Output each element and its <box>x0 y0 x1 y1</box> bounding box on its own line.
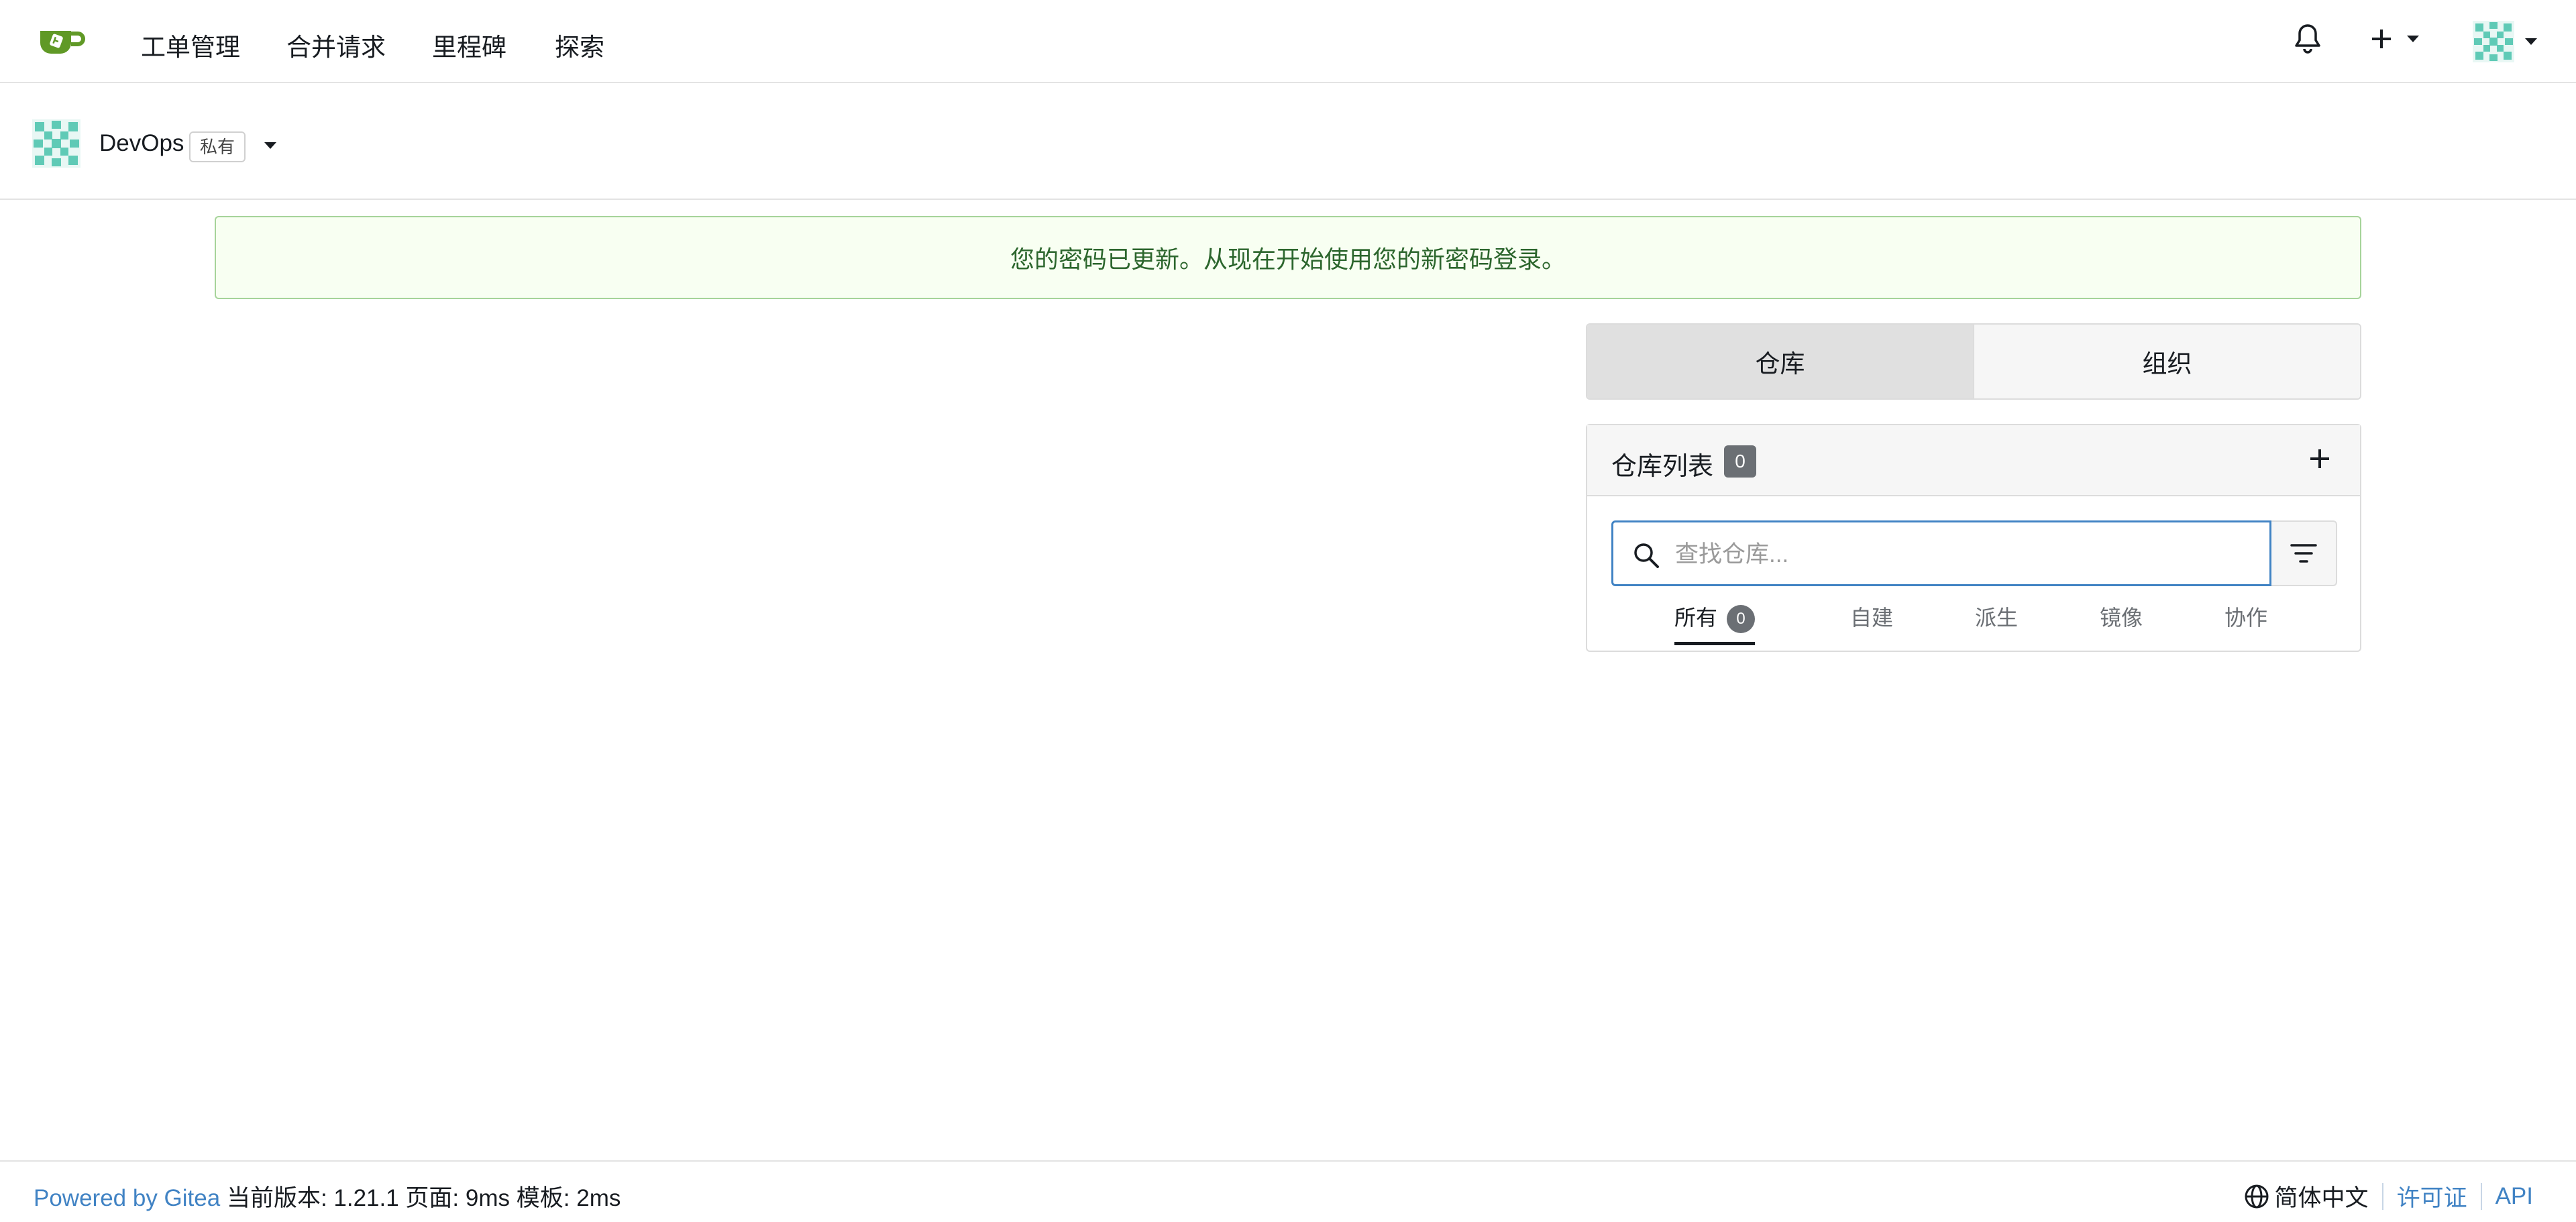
page-time: 9ms <box>465 1185 511 1211</box>
tab-organizations-label: 组织 <box>2142 350 2192 378</box>
filter-tab-mirrors[interactable]: 镜像 <box>2100 601 2143 645</box>
filter-tab-forks[interactable]: 派生 <box>1975 601 2018 645</box>
repo-list-title: 仓库列表 <box>1611 453 1714 481</box>
org-switch-chevron-down-icon[interactable] <box>264 142 276 149</box>
top-navbar: 工单管理 合并请求 里程碑 探索 <box>0 0 2576 83</box>
chevron-down-icon <box>2407 36 2419 42</box>
powered-by-link[interactable]: Powered by Gitea <box>34 1185 220 1211</box>
repo-search-input[interactable] <box>1675 535 2252 575</box>
add-repo-plus-icon[interactable] <box>2306 445 2333 472</box>
footer-left: Powered by Gitea 当前版本: 1.21.1 页面: 9ms 模板… <box>34 1179 621 1213</box>
footer-divider <box>2480 1182 2482 1210</box>
filter-tab-collaborative[interactable]: 协作 <box>2224 601 2267 645</box>
flash-success-message: 您的密码已更新。从现在开始使用您的新密码登录。 <box>215 216 2361 299</box>
language-selector[interactable]: 简体中文 <box>2244 1179 2369 1213</box>
org-avatar[interactable] <box>32 119 80 168</box>
page-footer: Powered by Gitea 当前版本: 1.21.1 页面: 9ms 模板… <box>0 1160 2576 1222</box>
tab-repositories-label: 仓库 <box>1755 350 1805 378</box>
license-link[interactable]: 许可证 <box>2397 1179 2467 1213</box>
org-name[interactable]: DevOps <box>99 130 184 157</box>
repo-count-badge: 0 <box>1724 445 1756 478</box>
globe-icon <box>2245 1184 2269 1208</box>
plus-icon <box>2372 30 2391 48</box>
dashboard-tabs: 仓库 组织 <box>1586 323 2361 400</box>
repo-search-box <box>1611 520 2271 586</box>
template-label: 模板: <box>516 1185 570 1211</box>
filter-tab-sources[interactable]: 自建 <box>1850 601 1893 645</box>
api-link[interactable]: API <box>2496 1183 2533 1210</box>
nav-milestones[interactable]: 里程碑 <box>432 27 506 63</box>
tab-organizations[interactable]: 组织 <box>1973 325 2360 398</box>
version-text: 当前版本: 1.21.1 页面: <box>226 1185 460 1211</box>
filter-button[interactable] <box>2271 520 2337 586</box>
repo-list-panel: 仓库列表 0 所有 0 自建 派生 镜像 协作 <box>1586 424 2361 652</box>
chevron-down-icon <box>2525 38 2537 45</box>
nav-explore[interactable]: 探索 <box>555 27 604 63</box>
filter-icon <box>2290 544 2317 563</box>
search-icon <box>1634 543 1659 568</box>
user-menu[interactable] <box>2473 20 2542 63</box>
user-avatar <box>2473 21 2514 62</box>
all-count-badge: 0 <box>1727 605 1756 633</box>
filter-tab-all-label: 所有 <box>1674 606 1718 630</box>
language-label: 简体中文 <box>2274 1185 2369 1211</box>
footer-divider <box>2381 1182 2383 1210</box>
template-time: 2ms <box>576 1185 621 1211</box>
bell-icon[interactable] <box>2293 23 2322 55</box>
private-badge: 私有 <box>189 131 246 162</box>
create-menu[interactable] <box>2368 23 2428 55</box>
tab-repositories[interactable]: 仓库 <box>1587 325 1973 398</box>
repo-panel-header: 仓库列表 0 <box>1587 425 2360 496</box>
footer-right: 简体中文 许可证 API <box>2244 1179 2533 1213</box>
org-header: DevOps 私有 <box>0 83 2576 200</box>
filter-tab-all[interactable]: 所有 0 <box>1674 601 1756 645</box>
flash-text: 您的密码已更新。从现在开始使用您的新密码登录。 <box>1010 245 1566 273</box>
gitea-logo-icon[interactable] <box>38 24 89 58</box>
nav-issues[interactable]: 工单管理 <box>141 27 240 63</box>
nav-pull-requests[interactable]: 合并请求 <box>286 27 386 63</box>
